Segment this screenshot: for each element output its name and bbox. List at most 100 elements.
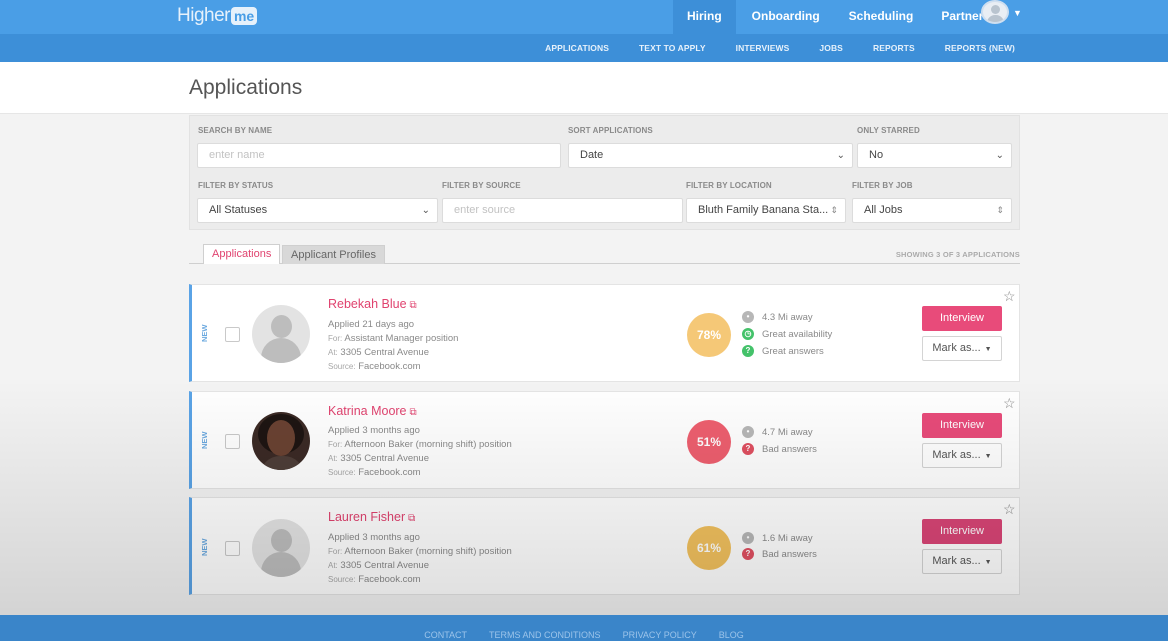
sort-value: Date [580, 149, 604, 161]
source-line: Source: Facebook.com [328, 574, 421, 585]
applied-date: Applied 21 days ago [328, 319, 415, 330]
source-input[interactable]: enter source [442, 198, 683, 223]
position-line: For: Afternoon Baker (morning shift) pos… [328, 439, 512, 450]
new-badge: NEW [200, 324, 209, 343]
applicant-name-link[interactable]: Rebekah Blue ⧉ [328, 297, 417, 311]
status-select[interactable]: All Statuses ⌄ [197, 198, 438, 223]
user-avatar[interactable] [981, 0, 1009, 24]
caret-down-icon: ▼ [984, 346, 992, 353]
job-select[interactable]: All Jobs ⇕ [852, 198, 1012, 223]
status-label: FILTER BY STATUS [198, 181, 274, 190]
mark-as-dropdown[interactable]: Mark as... ▼ [922, 549, 1002, 574]
caret-down-icon: ▼ [984, 559, 992, 566]
tab-applications[interactable]: Applications [203, 244, 281, 264]
avatar [252, 412, 310, 470]
applicant-name: Katrina Moore [328, 404, 407, 418]
applicant-name-link[interactable]: Katrina Moore ⧉ [328, 404, 417, 418]
sub-nav: APPLICATIONS TEXT TO APPLY INTERVIEWS JO… [530, 34, 1030, 62]
star-icon[interactable]: ☆ [1003, 395, 1016, 412]
applicant-name: Rebekah Blue [328, 297, 407, 311]
top-navbar: Higher me Hiring Onboarding Scheduling P… [0, 0, 1168, 34]
star-icon[interactable]: ☆ [1003, 501, 1016, 518]
search-input[interactable]: enter name [197, 143, 561, 168]
clock-icon: ◷ [742, 328, 754, 340]
select-checkbox[interactable] [225, 327, 240, 342]
location-select[interactable]: Bluth Family Banana Sta... ⇕ [686, 198, 846, 223]
new-badge: NEW [200, 538, 209, 557]
select-checkbox[interactable] [225, 434, 240, 449]
applicant-card: NEW Rebekah Blue ⧉ Applied 21 days ago Fo… [189, 284, 1020, 382]
applied-date: Applied 3 months ago [328, 532, 420, 543]
position-line: For: Afternoon Baker (morning shift) pos… [328, 546, 512, 557]
nav-hiring[interactable]: Hiring [673, 0, 736, 34]
footer-links: CONTACT TERMS AND CONDITIONS PRIVACY POL… [0, 615, 1168, 641]
applied-date: Applied 3 months ago [328, 425, 420, 436]
starred-value: No [869, 149, 884, 161]
position-line: For: Assistant Manager position [328, 333, 459, 344]
answers-indicator: ? Bad answers [742, 443, 817, 455]
subnav-applications[interactable]: APPLICATIONS [530, 34, 624, 62]
subnav-interviews[interactable]: INTERVIEWS [721, 34, 805, 62]
external-link-icon: ⧉ [409, 407, 417, 418]
interview-button[interactable]: Interview [922, 413, 1002, 438]
starred-select[interactable]: No ⌄ [857, 143, 1012, 168]
job-label: FILTER BY JOB [852, 181, 913, 190]
footer-contact-link[interactable]: CONTACT [413, 615, 478, 641]
location-line: At: 3305 Central Avenue [328, 560, 429, 571]
interview-button[interactable]: Interview [922, 519, 1002, 544]
subnav-reports[interactable]: REPORTS [858, 34, 930, 62]
filters-panel: SEARCH BY NAME enter name SORT APPLICATI… [189, 115, 1020, 230]
distance-indicator: • 1.6 Mi away [742, 532, 813, 544]
sort-label: SORT APPLICATIONS [568, 126, 653, 135]
applicant-name-link[interactable]: Lauren Fisher ⧉ [328, 510, 415, 524]
star-icon[interactable]: ☆ [1003, 288, 1016, 305]
job-value: All Jobs [864, 204, 903, 216]
footer-blog-link[interactable]: BLOG [708, 615, 755, 641]
nav-scheduling[interactable]: Scheduling [836, 0, 927, 34]
source-label: FILTER BY SOURCE [442, 181, 521, 190]
match-score: 51% [687, 420, 731, 464]
source-line: Source: Facebook.com [328, 467, 421, 478]
answers-indicator: ? Bad answers [742, 548, 817, 560]
search-label: SEARCH BY NAME [198, 126, 273, 135]
subnav-reports-new[interactable]: REPORTS (NEW) [930, 34, 1030, 62]
avatar [252, 305, 310, 363]
distance-indicator: • 4.3 Mi away [742, 311, 813, 323]
updown-icon: ⇕ [996, 205, 1004, 215]
location-line: At: 3305 Central Avenue [328, 453, 429, 464]
applicant-card: NEW Katrina Moore ⧉ Applied 3 months ago … [189, 391, 1020, 489]
starred-label: ONLY STARRED [857, 126, 920, 135]
distance-indicator: • 4.7 Mi away [742, 426, 813, 438]
chevron-down-icon: ⌄ [836, 150, 845, 161]
question-icon: ? [742, 443, 754, 455]
subnav-jobs[interactable]: JOBS [804, 34, 858, 62]
logo-text: Higher [177, 5, 230, 26]
interview-button[interactable]: Interview [922, 306, 1002, 331]
location-icon: • [742, 532, 754, 544]
location-icon: • [742, 311, 754, 323]
applicant-name: Lauren Fisher [328, 510, 406, 524]
page-title: Applications [189, 76, 303, 99]
mark-as-dropdown[interactable]: Mark as... ▼ [922, 443, 1002, 468]
sub-navbar: APPLICATIONS TEXT TO APPLY INTERVIEWS JO… [0, 34, 1168, 62]
footer-privacy-link[interactable]: PRIVACY POLICY [612, 615, 708, 641]
new-badge: NEW [200, 431, 209, 450]
mark-as-dropdown[interactable]: Mark as... ▼ [922, 336, 1002, 361]
caret-down-icon: ▼ [984, 453, 992, 460]
tab-applicant-profiles[interactable]: Applicant Profiles [282, 245, 385, 264]
location-label: FILTER BY LOCATION [686, 181, 772, 190]
updown-icon: ⇕ [830, 205, 838, 215]
avatar [252, 519, 310, 577]
footer-terms-link[interactable]: TERMS AND CONDITIONS [478, 615, 612, 641]
location-line: At: 3305 Central Avenue [328, 347, 429, 358]
logo[interactable]: Higher me [177, 5, 258, 27]
answers-indicator: ? Great answers [742, 345, 824, 357]
chevron-down-icon[interactable]: ▼ [1013, 8, 1022, 18]
chevron-down-icon: ⌄ [995, 150, 1004, 161]
sort-select[interactable]: Date ⌄ [568, 143, 853, 168]
question-icon: ? [742, 345, 754, 357]
match-score: 61% [687, 526, 731, 570]
select-checkbox[interactable] [225, 541, 240, 556]
nav-onboarding[interactable]: Onboarding [736, 0, 836, 34]
subnav-text-to-apply[interactable]: TEXT TO APPLY [624, 34, 721, 62]
